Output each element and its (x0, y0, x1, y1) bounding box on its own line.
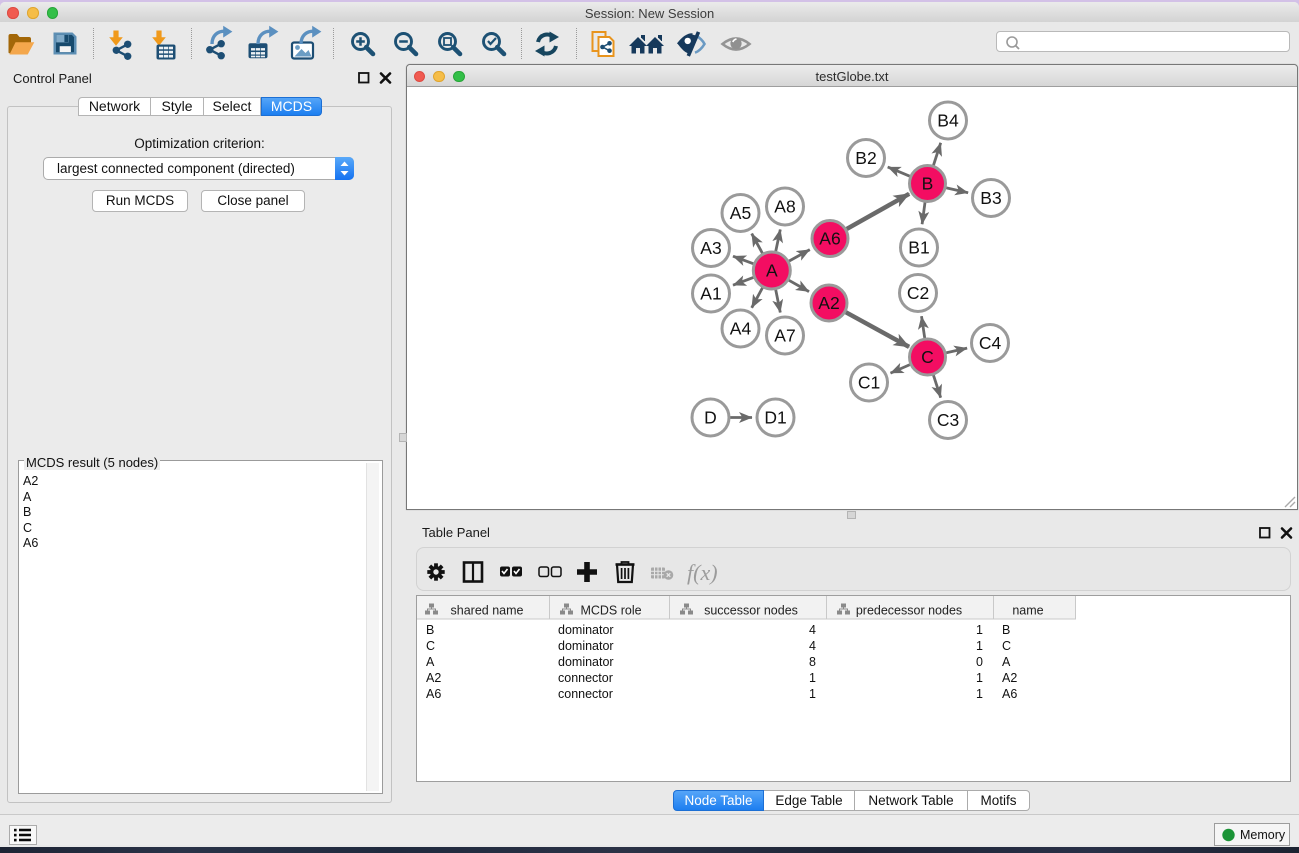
svg-text:B3: B3 (980, 188, 1001, 208)
svg-text:1: 1 (976, 623, 983, 637)
svg-text:C4: C4 (979, 333, 1002, 353)
svg-text:C2: C2 (907, 283, 929, 303)
svg-text:B4: B4 (937, 111, 959, 131)
svg-text:B: B (426, 623, 434, 637)
svg-text:1: 1 (976, 639, 983, 653)
svg-text:1: 1 (976, 687, 983, 701)
svg-text:A: A (766, 261, 778, 281)
svg-text:D: D (704, 408, 717, 428)
svg-text:4: 4 (809, 639, 816, 653)
svg-text:1: 1 (809, 671, 816, 685)
svg-text:8: 8 (809, 655, 816, 669)
svg-text:1: 1 (976, 671, 983, 685)
svg-text:predecessor nodes: predecessor nodes (856, 604, 962, 618)
svg-text:successor nodes: successor nodes (704, 604, 798, 618)
svg-text:A6: A6 (819, 229, 840, 249)
svg-text:A3: A3 (700, 238, 721, 258)
svg-text:f(x): f(x) (687, 560, 718, 585)
svg-text:dominator: dominator (558, 623, 614, 637)
svg-text:A4: A4 (730, 319, 752, 339)
svg-text:A8: A8 (774, 197, 795, 217)
svg-text:C: C (426, 639, 435, 653)
svg-text:B1: B1 (908, 238, 929, 258)
svg-text:A5: A5 (730, 203, 751, 223)
svg-text:0: 0 (976, 655, 983, 669)
svg-text:dominator: dominator (558, 639, 614, 653)
svg-text:A2: A2 (426, 671, 441, 685)
svg-text:connector: connector (558, 671, 613, 685)
svg-text:A6: A6 (426, 687, 441, 701)
svg-text:C3: C3 (937, 410, 959, 430)
svg-text:shared name: shared name (451, 604, 524, 618)
svg-text:C: C (921, 347, 934, 367)
svg-text:A: A (426, 655, 435, 669)
svg-text:A1: A1 (700, 284, 721, 304)
svg-text:A6: A6 (1002, 687, 1017, 701)
svg-text:A7: A7 (774, 326, 795, 346)
svg-text:A2: A2 (818, 293, 839, 313)
svg-text:C1: C1 (858, 373, 880, 393)
svg-text:4: 4 (809, 623, 816, 637)
svg-text:dominator: dominator (558, 655, 614, 669)
svg-text:B: B (922, 174, 934, 194)
svg-text:A2: A2 (1002, 671, 1017, 685)
svg-text:connector: connector (558, 687, 613, 701)
svg-text:B: B (1002, 623, 1010, 637)
svg-text:D1: D1 (764, 408, 786, 428)
svg-text:MCDS role: MCDS role (580, 604, 641, 618)
svg-text:1: 1 (809, 687, 816, 701)
svg-text:C: C (1002, 639, 1011, 653)
svg-text:A: A (1002, 655, 1011, 669)
svg-text:name: name (1012, 604, 1043, 618)
svg-text:B2: B2 (855, 148, 876, 168)
